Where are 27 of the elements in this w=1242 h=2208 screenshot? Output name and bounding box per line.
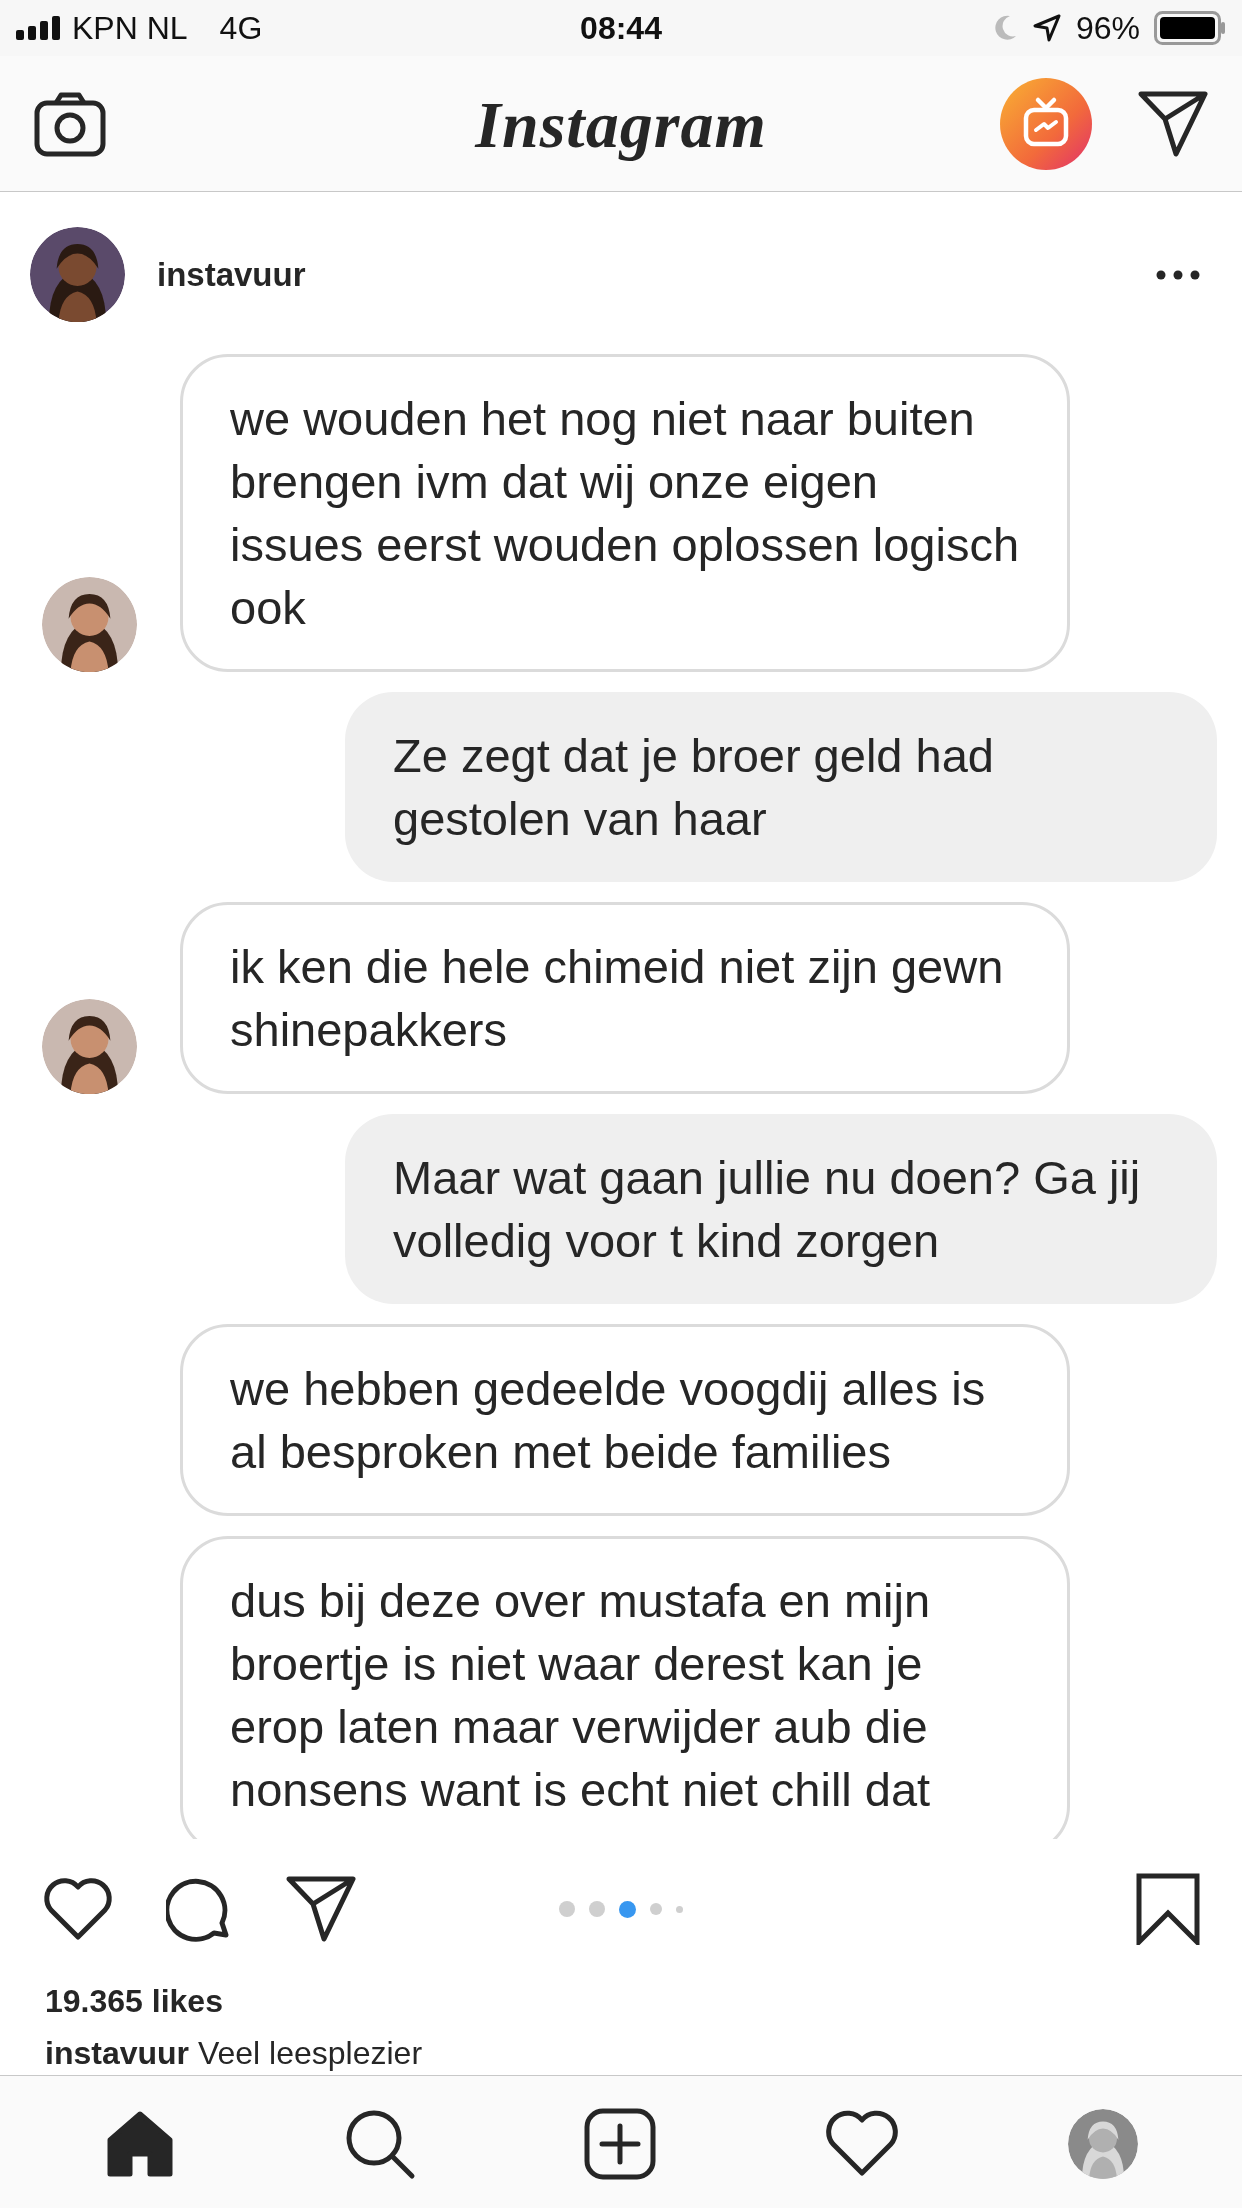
camera-icon[interactable] (34, 90, 106, 157)
network-type: 4G (219, 9, 263, 48)
message-bubble: we wouden het nog niet naar buiten brengen ivm dat wij onze eigen issues eerst wouden oplossen logisch ook (180, 354, 1070, 672)
likes-count[interactable]: 19.365 likes (0, 1979, 1242, 2023)
tv-icon[interactable] (1000, 77, 1092, 170)
avatar[interactable] (30, 227, 125, 322)
more-icon[interactable] (1156, 269, 1200, 280)
carrier-name: KPN NL (72, 9, 188, 48)
message-bubble: ik ken die hele chimeid niet zijn gewn shinepakkers (180, 902, 1070, 1094)
message-bubble: dus bij deze over mustafa en mijn broertje is niet waar derest kan je erop laten maar verwijder aub die nonsens want is echt niet chill dat (180, 1536, 1070, 1839)
like-icon[interactable] (42, 1877, 114, 1941)
share-icon[interactable] (286, 1876, 356, 1942)
caption: instavuur Veel leesplezier (44, 2034, 424, 2073)
add-icon[interactable] (584, 2107, 656, 2180)
heart-icon[interactable] (824, 2109, 900, 2178)
message-bubble: Maar wat gaan jullie nu doen? Ga jij volledig voor t kind zorgen (345, 1114, 1217, 1304)
clock: 08:44 (580, 9, 662, 48)
message-bubble: Ze zegt dat je broer geld had gestolen van haar (345, 692, 1217, 882)
username[interactable]: instavuur (157, 249, 306, 300)
battery-percent: 96% (1075, 9, 1140, 48)
message-bubble: we hebben gedeelde voogdij alles is al besproken met beide families (180, 1324, 1070, 1516)
signal-icon (16, 16, 62, 40)
send-icon[interactable] (1138, 90, 1208, 157)
instagram-logo: Instagram (475, 86, 767, 163)
location-icon (1031, 13, 1062, 43)
bookmark-icon[interactable] (1136, 1873, 1200, 1945)
battery-icon (1154, 11, 1226, 45)
